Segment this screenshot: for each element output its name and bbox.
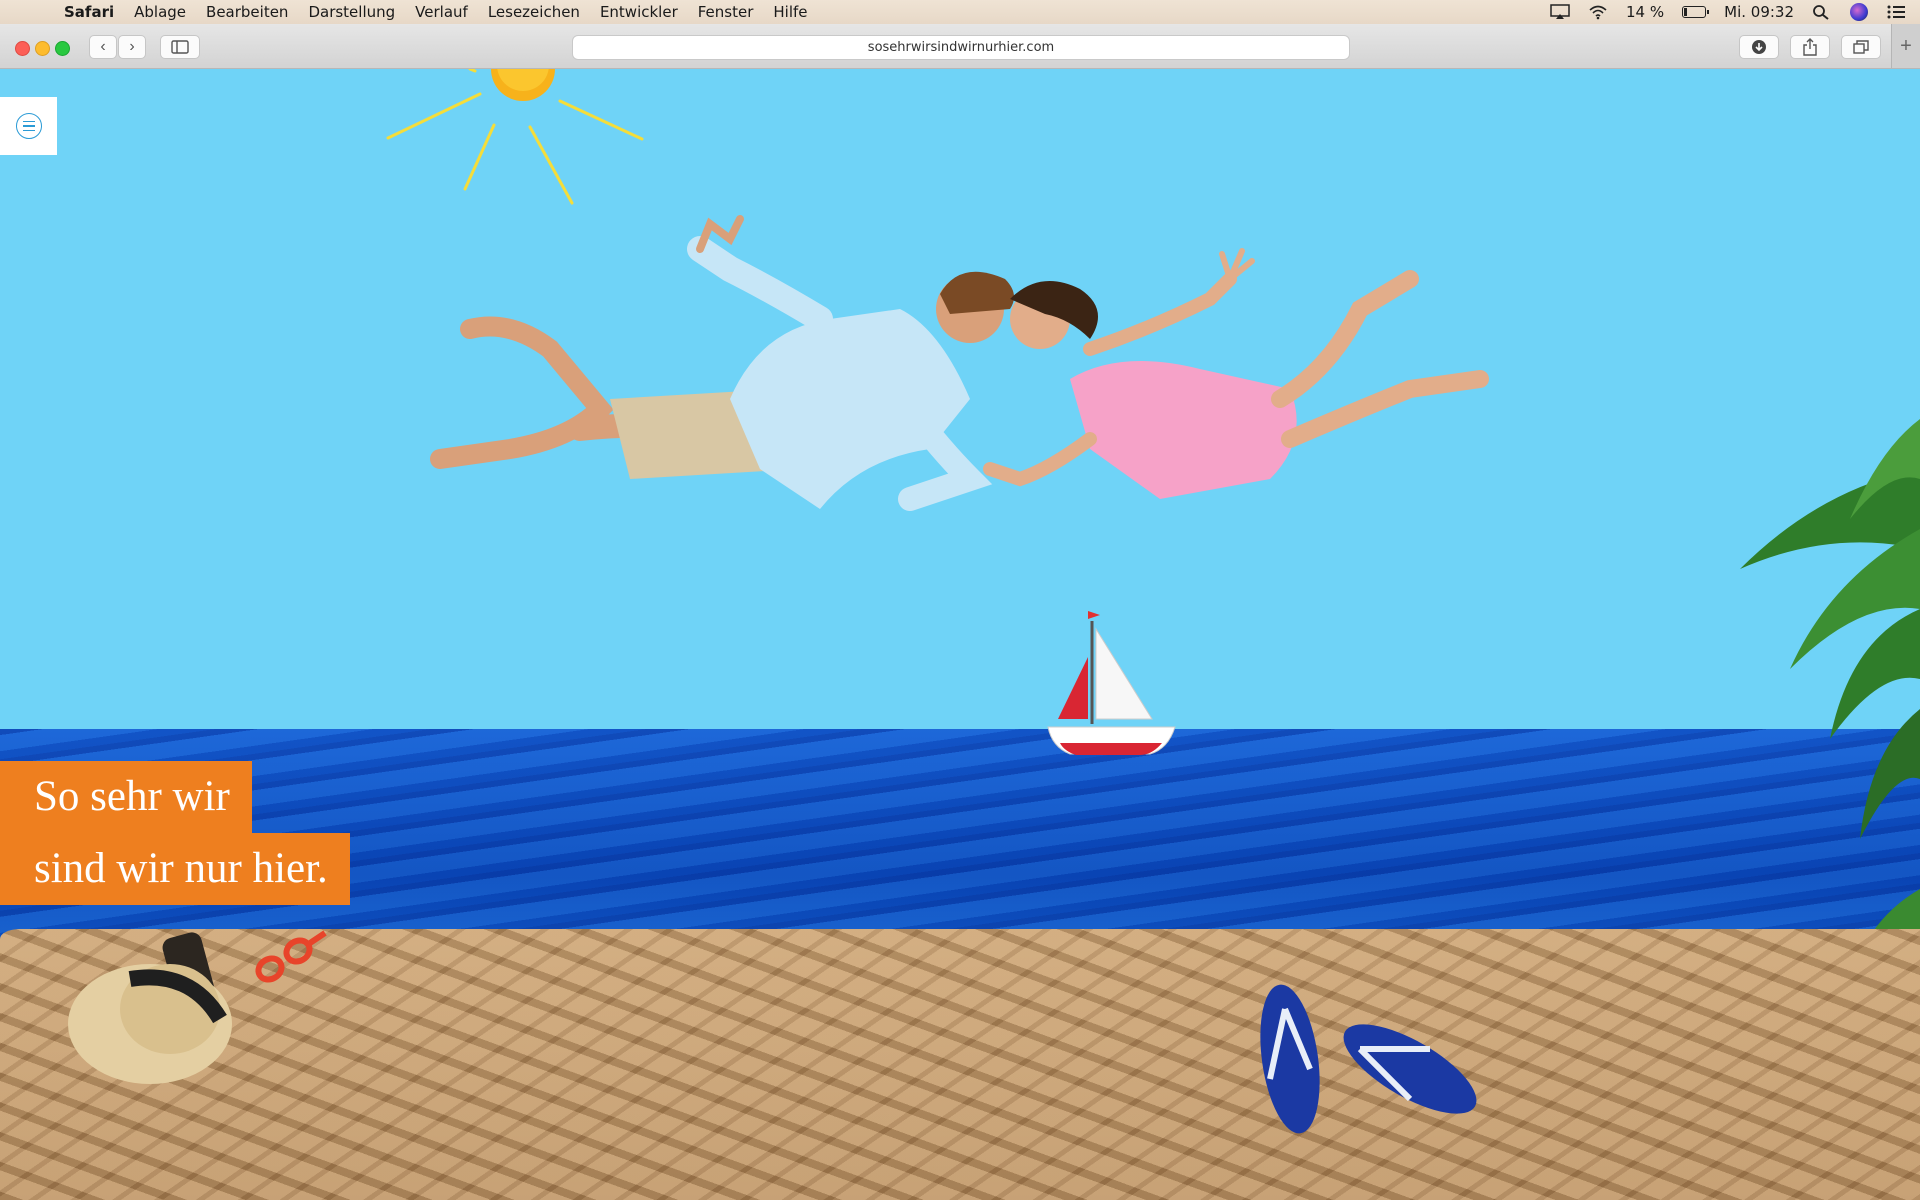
- download-icon: [1752, 40, 1766, 54]
- notification-center-icon[interactable]: [1886, 4, 1906, 20]
- menu-item-hilfe[interactable]: Hilfe: [773, 3, 807, 21]
- sidebar-icon: [171, 40, 189, 54]
- web-page: So sehr wir sind wir nur hier.: [0, 69, 1920, 1200]
- menu-item-lesezeichen[interactable]: Lesezeichen: [488, 3, 580, 21]
- wifi-icon[interactable]: [1588, 4, 1608, 20]
- address-bar[interactable]: sosehrwirsindwirnurhier.com: [572, 35, 1350, 60]
- headline-line-2: sind wir nur hier.: [0, 833, 350, 905]
- headline-line-1: So sehr wir: [0, 761, 252, 833]
- macos-menu-bar: Safari Ablage Bearbeiten Darstellung Ver…: [0, 0, 1920, 24]
- menu-bar-status-area: 14 % Mi. 09:32: [1550, 0, 1906, 24]
- menu-item-fenster[interactable]: Fenster: [698, 3, 754, 21]
- sunglasses-image: [255, 930, 327, 983]
- safari-toolbar: ‹ › sosehrwirsindwirnurhier.com +: [0, 24, 1920, 69]
- new-tab-button[interactable]: +: [1891, 24, 1920, 68]
- forward-button[interactable]: ›: [118, 35, 146, 59]
- hamburger-menu-icon: [15, 113, 42, 139]
- flip-flops-image: [1260, 984, 1477, 1134]
- clock[interactable]: Mi. 09:32: [1724, 3, 1794, 21]
- sun-illustration: [386, 69, 644, 205]
- chevron-right-icon: ›: [129, 38, 135, 55]
- sailboat-image: [1047, 611, 1176, 755]
- menu-app-name[interactable]: Safari: [64, 3, 114, 21]
- fullscreen-window-button[interactable]: [55, 41, 70, 56]
- tabs-icon: [1853, 40, 1869, 54]
- share-button[interactable]: [1790, 35, 1830, 59]
- back-button[interactable]: ‹: [89, 35, 117, 59]
- tab-overview-button[interactable]: [1841, 35, 1881, 59]
- close-window-button[interactable]: [15, 41, 30, 56]
- downloads-button[interactable]: [1739, 35, 1779, 59]
- battery-percent: 14 %: [1626, 3, 1665, 21]
- menu-item-bearbeiten[interactable]: Bearbeiten: [206, 3, 288, 21]
- menu-item-entwickler[interactable]: Entwickler: [600, 3, 678, 21]
- battery-icon[interactable]: [1682, 6, 1710, 18]
- menu-item-darstellung[interactable]: Darstellung: [308, 3, 395, 21]
- menu-item-ablage[interactable]: Ablage: [134, 3, 186, 21]
- spotlight-search-icon[interactable]: [1812, 4, 1832, 20]
- siri-icon[interactable]: [1850, 3, 1868, 21]
- straw-hat-image: [68, 932, 232, 1084]
- flying-couple-image: [430, 215, 1489, 511]
- sidebar-toggle-button[interactable]: [160, 35, 200, 59]
- address-bar-url: sosehrwirsindwirnurhier.com: [867, 40, 1055, 55]
- plus-icon: +: [1900, 34, 1912, 57]
- headline-block: So sehr wir sind wir nur hier.: [0, 761, 350, 905]
- menu-item-verlauf[interactable]: Verlauf: [415, 3, 468, 21]
- share-icon: [1803, 38, 1817, 56]
- site-menu-button[interactable]: [0, 97, 57, 155]
- airplay-icon[interactable]: [1550, 4, 1570, 20]
- chevron-left-icon: ‹: [100, 38, 106, 55]
- minimize-window-button[interactable]: [35, 41, 50, 56]
